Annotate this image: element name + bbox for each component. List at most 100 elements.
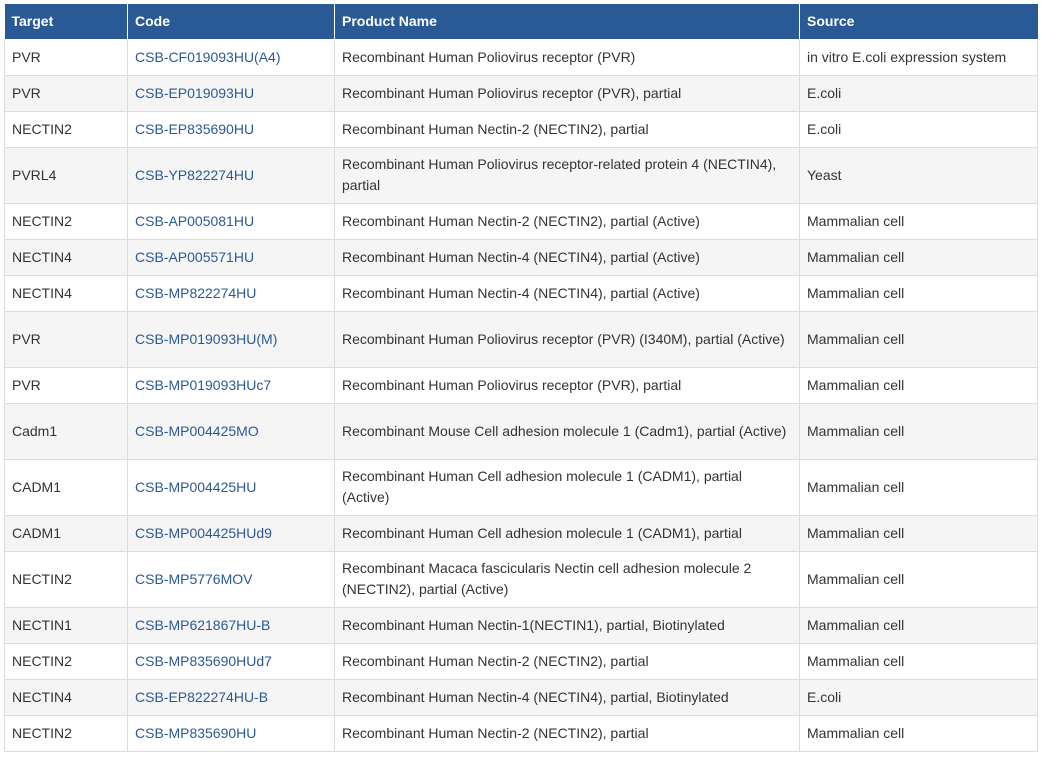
cell-source: Mammalian cell (799, 238, 1038, 276)
table-row: NECTIN2 CSB-MP835690HUd7 Recombinant Hum… (4, 642, 1038, 680)
cell-target: CADM1 (4, 458, 128, 516)
cell-code: CSB-MP835690HUd7 (127, 642, 335, 680)
cell-product-name: Recombinant Human Poliovirus receptor (P… (334, 74, 800, 112)
table-row: NECTIN2 CSB-AP005081HU Recombinant Human… (4, 202, 1038, 240)
cell-code: CSB-MP004425HUd9 (127, 514, 335, 552)
cell-code: CSB-MP5776MOV (127, 550, 335, 608)
cell-code: CSB-AP005571HU (127, 238, 335, 276)
table-row: NECTIN4 CSB-MP822274HU Recombinant Human… (4, 274, 1038, 312)
code-link[interactable]: CSB-AP005571HU (135, 249, 254, 265)
cell-product-name: Recombinant Human Nectin-2 (NECTIN2), pa… (334, 642, 800, 680)
table-row: NECTIN2 CSB-MP5776MOV Recombinant Macaca… (4, 550, 1038, 608)
cell-product-name: Recombinant Human Nectin-4 (NECTIN4), pa… (334, 238, 800, 276)
cell-code: CSB-CF019093HU(A4) (127, 38, 335, 76)
product-table: Target Code Product Name Source PVR CSB-… (4, 4, 1038, 752)
code-link[interactable]: CSB-MP004425HU (135, 479, 256, 495)
cell-source: Mammalian cell (799, 642, 1038, 680)
cell-product-name: Recombinant Human Poliovirus receptor (P… (334, 310, 800, 368)
header-target: Target (4, 4, 128, 40)
cell-target: PVRL4 (4, 146, 128, 204)
cell-product-name: Recombinant Human Poliovirus receptor-re… (334, 146, 800, 204)
cell-target: NECTIN4 (4, 678, 128, 716)
table-row: NECTIN1 CSB-MP621867HU-B Recombinant Hum… (4, 606, 1038, 644)
cell-target: NECTIN4 (4, 238, 128, 276)
table-row: NECTIN4 CSB-AP005571HU Recombinant Human… (4, 238, 1038, 276)
code-link[interactable]: CSB-EP019093HU (135, 85, 254, 101)
table-row: NECTIN4 CSB-EP822274HU-B Recombinant Hum… (4, 678, 1038, 716)
header-row: Target Code Product Name Source (4, 4, 1038, 40)
table-header: Target Code Product Name Source (4, 4, 1038, 40)
cell-product-name: Recombinant Mouse Cell adhesion molecule… (334, 402, 800, 460)
code-link[interactable]: CSB-EP835690HU (135, 121, 254, 137)
cell-code: CSB-EP019093HU (127, 74, 335, 112)
cell-code: CSB-YP822274HU (127, 146, 335, 204)
table-row: PVR CSB-EP019093HU Recombinant Human Pol… (4, 74, 1038, 112)
table-row: NECTIN2 CSB-MP835690HU Recombinant Human… (4, 714, 1038, 752)
cell-source: Mammalian cell (799, 458, 1038, 516)
code-link[interactable]: CSB-MP835690HUd7 (135, 653, 272, 669)
code-link[interactable]: CSB-AP005081HU (135, 213, 254, 229)
cell-source: Mammalian cell (799, 310, 1038, 368)
cell-target: NECTIN2 (4, 202, 128, 240)
cell-code: CSB-MP019093HU(M) (127, 310, 335, 368)
cell-target: PVR (4, 38, 128, 76)
cell-source: E.coli (799, 678, 1038, 716)
cell-target: CADM1 (4, 514, 128, 552)
code-link[interactable]: CSB-MP822274HU (135, 285, 256, 301)
code-link[interactable]: CSB-MP004425HUd9 (135, 525, 272, 541)
cell-source: Mammalian cell (799, 274, 1038, 312)
cell-product-name: Recombinant Human Nectin-1(NECTIN1), par… (334, 606, 800, 644)
cell-source: Yeast (799, 146, 1038, 204)
code-link[interactable]: CSB-EP822274HU-B (135, 689, 268, 705)
code-link[interactable]: CSB-MP5776MOV (135, 571, 252, 587)
table-row: PVR CSB-MP019093HU(M) Recombinant Human … (4, 310, 1038, 368)
code-link[interactable]: CSB-CF019093HU(A4) (135, 49, 281, 65)
code-link[interactable]: CSB-MP019093HUc7 (135, 377, 271, 393)
cell-source: Mammalian cell (799, 606, 1038, 644)
cell-source: Mammalian cell (799, 550, 1038, 608)
cell-source: Mammalian cell (799, 514, 1038, 552)
cell-code: CSB-MP019093HUc7 (127, 366, 335, 404)
cell-product-name: Recombinant Human Nectin-2 (NECTIN2), pa… (334, 714, 800, 752)
cell-source: Mammalian cell (799, 366, 1038, 404)
table-body: PVR CSB-CF019093HU(A4) Recombinant Human… (4, 38, 1038, 752)
cell-target: NECTIN1 (4, 606, 128, 644)
cell-source: in vitro E.coli expression system (799, 38, 1038, 76)
cell-product-name: Recombinant Human Cell adhesion molecule… (334, 458, 800, 516)
table-row: PVRL4 CSB-YP822274HU Recombinant Human P… (4, 146, 1038, 204)
code-link[interactable]: CSB-MP835690HU (135, 725, 256, 741)
cell-product-name: Recombinant Human Nectin-2 (NECTIN2), pa… (334, 110, 800, 148)
header-product-name: Product Name (334, 4, 800, 40)
cell-source: Mammalian cell (799, 202, 1038, 240)
cell-target: NECTIN4 (4, 274, 128, 312)
cell-target: NECTIN2 (4, 550, 128, 608)
cell-product-name: Recombinant Human Cell adhesion molecule… (334, 514, 800, 552)
code-link[interactable]: CSB-YP822274HU (135, 167, 254, 183)
cell-code: CSB-EP822274HU-B (127, 678, 335, 716)
product-table-container: Target Code Product Name Source PVR CSB-… (4, 4, 1038, 752)
cell-target: Cadm1 (4, 402, 128, 460)
table-row: CADM1 CSB-MP004425HUd9 Recombinant Human… (4, 514, 1038, 552)
cell-source: Mammalian cell (799, 402, 1038, 460)
table-row: Cadm1 CSB-MP004425MO Recombinant Mouse C… (4, 402, 1038, 460)
table-row: CADM1 CSB-MP004425HU Recombinant Human C… (4, 458, 1038, 516)
cell-source: E.coli (799, 74, 1038, 112)
cell-target: NECTIN2 (4, 714, 128, 752)
cell-code: CSB-MP822274HU (127, 274, 335, 312)
cell-code: CSB-AP005081HU (127, 202, 335, 240)
code-link[interactable]: CSB-MP019093HU(M) (135, 331, 277, 347)
code-link[interactable]: CSB-MP004425MO (135, 423, 259, 439)
cell-code: CSB-MP004425MO (127, 402, 335, 460)
cell-product-name: Recombinant Human Nectin-2 (NECTIN2), pa… (334, 202, 800, 240)
cell-product-name: Recombinant Human Poliovirus receptor (P… (334, 366, 800, 404)
cell-target: NECTIN2 (4, 110, 128, 148)
table-row: PVR CSB-MP019093HUc7 Recombinant Human P… (4, 366, 1038, 404)
cell-source: E.coli (799, 110, 1038, 148)
cell-code: CSB-MP835690HU (127, 714, 335, 752)
cell-target: PVR (4, 74, 128, 112)
code-link[interactable]: CSB-MP621867HU-B (135, 617, 270, 633)
cell-target: PVR (4, 310, 128, 368)
cell-product-name: Recombinant Human Poliovirus receptor (P… (334, 38, 800, 76)
cell-product-name: Recombinant Macaca fascicularis Nectin c… (334, 550, 800, 608)
table-row: PVR CSB-CF019093HU(A4) Recombinant Human… (4, 38, 1038, 76)
